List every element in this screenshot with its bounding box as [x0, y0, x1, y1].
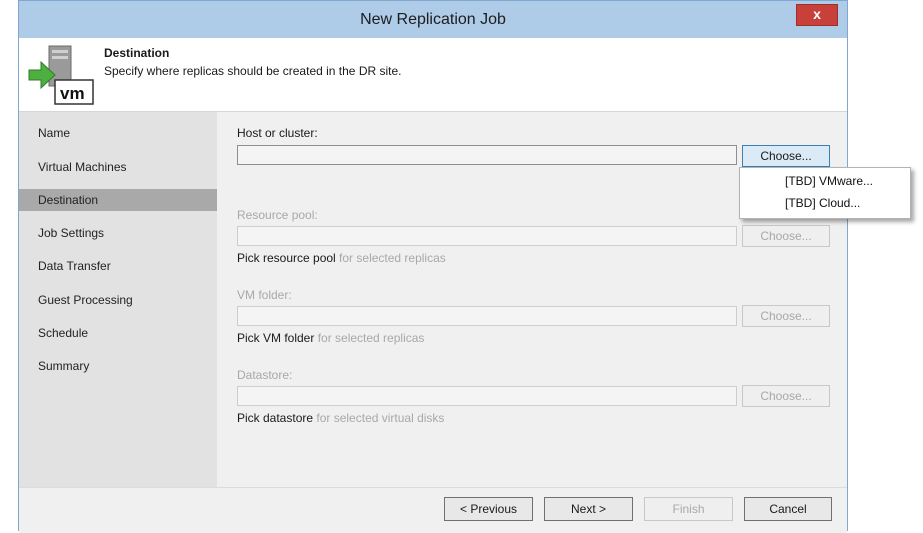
step-data-transfer[interactable]: Data Transfer	[19, 255, 217, 277]
step-description: Specify where replicas should be created…	[104, 64, 402, 78]
resource-pool-hint-main: Pick resource pool	[237, 251, 336, 265]
wizard-footer: < Previous Next > Finish Cancel	[19, 487, 847, 533]
replication-server-icon: vm	[28, 45, 94, 105]
finish-button[interactable]: Finish	[644, 497, 733, 521]
host-input[interactable]	[237, 145, 737, 165]
datastore-choose-button[interactable]: Choose...	[742, 385, 830, 407]
resource-pool-input[interactable]	[237, 226, 737, 246]
cancel-button[interactable]: Cancel	[744, 497, 832, 521]
step-summary[interactable]: Summary	[19, 355, 217, 377]
resource-pool-hint-detail: for selected replicas	[335, 251, 446, 265]
title-bar[interactable]: New Replication Job x	[19, 1, 847, 38]
menu-item-vmware[interactable]: [TBD] VMware...	[785, 174, 873, 188]
step-guest-processing[interactable]: Guest Processing	[19, 289, 217, 311]
vm-folder-choose-button[interactable]: Choose...	[742, 305, 830, 327]
step-name[interactable]: Name	[19, 122, 217, 144]
host-label: Host or cluster:	[237, 126, 318, 140]
step-schedule[interactable]: Schedule	[19, 322, 217, 344]
window-title: New Replication Job	[360, 11, 506, 28]
svg-text:vm: vm	[60, 84, 85, 103]
datastore-hint-main: Pick datastore	[237, 411, 314, 425]
wizard-header: vm Destination Specify where replicas sh…	[19, 38, 847, 112]
datastore-input[interactable]	[237, 386, 737, 406]
resource-pool-hint: Pick resource pool for selected replicas	[237, 251, 446, 265]
new-replication-job-window: New Replication Job x vm Destination Spe…	[18, 0, 848, 533]
vm-folder-hint-detail: for selected replicas	[314, 331, 425, 345]
wizard-steps-sidebar: Name Virtual Machines Destination Job Se…	[19, 112, 217, 487]
step-destination[interactable]: Destination	[19, 189, 217, 211]
step-virtual-machines[interactable]: Virtual Machines	[19, 156, 217, 178]
resource-pool-choose-button[interactable]: Choose...	[742, 225, 830, 247]
menu-item-cloud[interactable]: [TBD] Cloud...	[785, 196, 860, 210]
close-button[interactable]: x	[796, 4, 838, 26]
choose-dropdown-menu: [TBD] VMware... [TBD] Cloud...	[739, 167, 911, 219]
vm-folder-input[interactable]	[237, 306, 737, 326]
resource-pool-label: Resource pool:	[237, 208, 318, 222]
datastore-hint: Pick datastore for selected virtual disk…	[237, 411, 444, 425]
vm-folder-hint-main: Pick VM folder	[237, 331, 315, 345]
step-job-settings[interactable]: Job Settings	[19, 222, 217, 244]
next-button[interactable]: Next >	[544, 497, 633, 521]
previous-button[interactable]: < Previous	[444, 497, 533, 521]
vm-folder-label: VM folder:	[237, 288, 292, 302]
host-choose-button[interactable]: Choose...	[742, 145, 830, 167]
vm-folder-hint: Pick VM folder for selected replicas	[237, 331, 424, 345]
datastore-label: Datastore:	[237, 368, 293, 382]
datastore-hint-detail: for selected virtual disks	[313, 411, 445, 425]
step-title: Destination	[104, 46, 170, 60]
